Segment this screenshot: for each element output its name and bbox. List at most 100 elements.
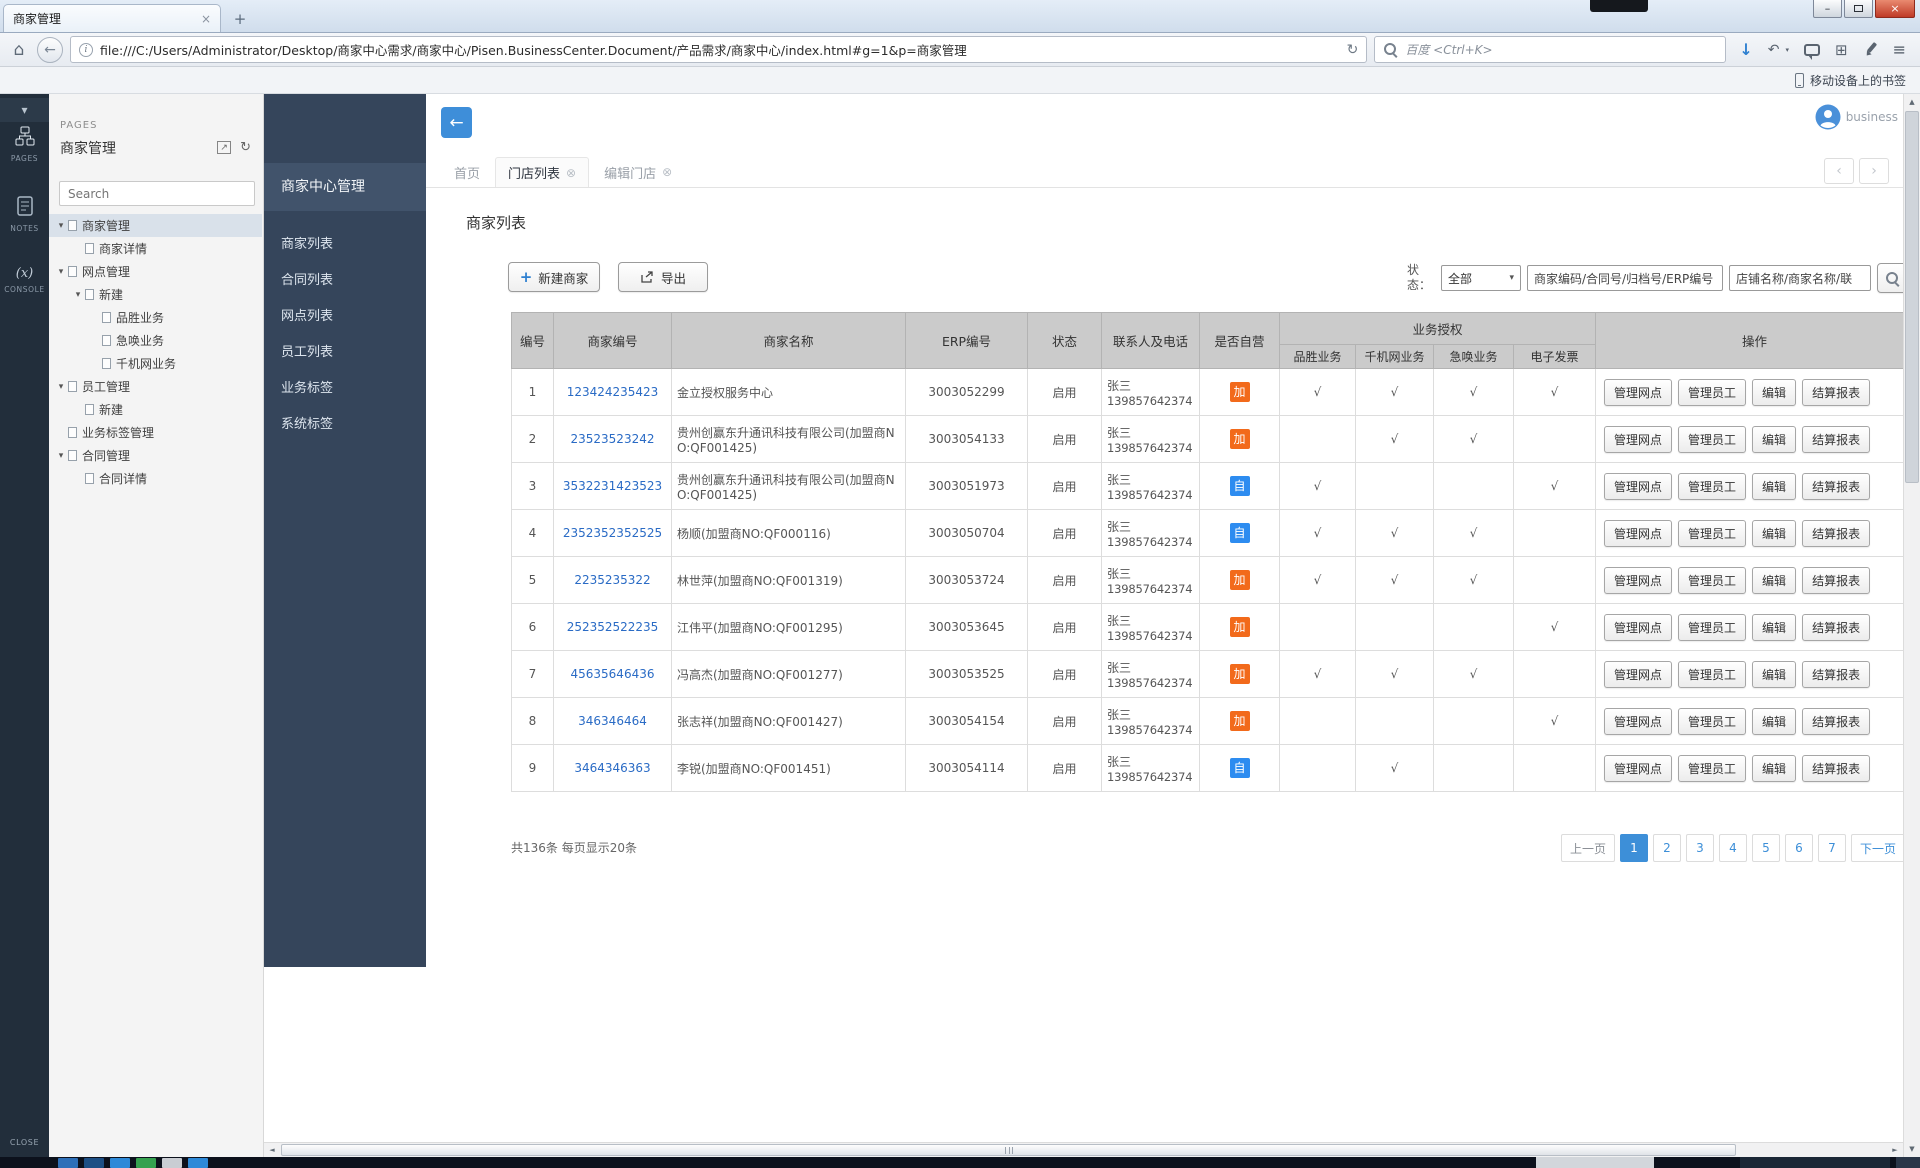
rail-pages-button[interactable]: PAGES — [0, 126, 49, 163]
window-minimize-button[interactable]: – — [1813, 0, 1842, 18]
edit-button[interactable]: 编辑 — [1752, 426, 1796, 453]
merchant-code-link[interactable]: 346346464 — [578, 714, 647, 728]
pagination-page-5[interactable]: 5 — [1752, 834, 1780, 862]
status-select[interactable]: 全部 ▾ — [1441, 265, 1521, 291]
scroll-down-arrow[interactable]: ▼ — [1904, 1141, 1920, 1157]
taskbar-icon[interactable] — [188, 1158, 208, 1168]
taskbar-tray[interactable] — [1740, 1157, 1890, 1168]
shop-name-input[interactable] — [1729, 265, 1871, 291]
share-icon[interactable]: ↗ — [217, 141, 231, 154]
manage-staff-button[interactable]: 管理员工 — [1678, 661, 1746, 688]
edit-button[interactable]: 编辑 — [1752, 755, 1796, 782]
scroll-left-arrow[interactable]: ◄ — [264, 1143, 280, 1157]
merchant-code-link[interactable]: 123424235423 — [567, 385, 659, 399]
edit-button[interactable]: 编辑 — [1752, 661, 1796, 688]
horizontal-scrollbar-thumb[interactable] — [281, 1144, 1736, 1156]
pagination-page-6[interactable]: 6 — [1785, 834, 1813, 862]
refresh-icon[interactable]: ↻ — [240, 140, 251, 155]
horizontal-scrollbar[interactable]: ◄ ► — [264, 1142, 1903, 1157]
manage-staff-button[interactable]: 管理员工 — [1678, 614, 1746, 641]
menu-item-3[interactable]: 员工列表 — [264, 335, 426, 371]
browser-tab[interactable]: 商家管理 × — [3, 4, 221, 32]
edit-button[interactable]: 编辑 — [1752, 379, 1796, 406]
settlement-report-button[interactable]: 结算报表 — [1802, 520, 1870, 547]
manage-outlets-button[interactable]: 管理网点 — [1604, 567, 1672, 594]
menu-item-2[interactable]: 网点列表 — [264, 299, 426, 335]
manage-outlets-button[interactable]: 管理网点 — [1604, 614, 1672, 641]
tab-scroll-right-button[interactable]: › — [1859, 158, 1889, 184]
proto-tab-1[interactable]: 门店列表⊗ — [495, 157, 589, 187]
edit-button[interactable]: 编辑 — [1752, 708, 1796, 735]
export-button[interactable]: 导出 — [618, 262, 708, 292]
tab-close-icon[interactable]: ⊗ — [566, 166, 576, 180]
tree-item-9[interactable]: 业务标签管理 — [49, 421, 262, 444]
tree-item-6[interactable]: 千机网业务 — [49, 352, 262, 375]
settlement-report-button[interactable]: 结算报表 — [1802, 379, 1870, 406]
tab-scroll-left-button[interactable]: ‹ — [1824, 158, 1854, 184]
manage-outlets-button[interactable]: 管理网点 — [1604, 661, 1672, 688]
tab-close-icon[interactable]: × — [201, 12, 211, 26]
edit-button[interactable]: 编辑 — [1752, 614, 1796, 641]
manage-staff-button[interactable]: 管理员工 — [1678, 426, 1746, 453]
app-back-button[interactable]: ← — [441, 107, 472, 138]
caret-down-icon[interactable]: ▾ — [55, 382, 67, 392]
user-chip[interactable]: business — [1815, 104, 1898, 130]
tree-item-11[interactable]: 合同详情 — [49, 467, 262, 490]
manage-staff-button[interactable]: 管理员工 — [1678, 708, 1746, 735]
pagination-page-7[interactable]: 7 — [1818, 834, 1846, 862]
caret-down-icon[interactable]: ▾ — [55, 221, 67, 231]
settlement-report-button[interactable]: 结算报表 — [1802, 473, 1870, 500]
merchant-code-link[interactable]: 3464346363 — [574, 761, 650, 775]
home-icon[interactable]: ⌂ — [8, 40, 30, 60]
scroll-up-arrow[interactable]: ▲ — [1904, 94, 1920, 110]
caret-down-icon[interactable]: ▾ — [72, 290, 84, 300]
settlement-report-button[interactable]: 结算报表 — [1802, 661, 1870, 688]
pagination-page-3[interactable]: 3 — [1686, 834, 1714, 862]
tree-item-1[interactable]: 商家详情 — [49, 237, 262, 260]
manage-staff-button[interactable]: 管理员工 — [1678, 473, 1746, 500]
back-button[interactable]: ← — [37, 37, 63, 63]
tree-item-5[interactable]: 急唤业务 — [49, 329, 262, 352]
settlement-report-button[interactable]: 结算报表 — [1802, 567, 1870, 594]
taskbar-icon[interactable] — [162, 1158, 182, 1168]
settlement-report-button[interactable]: 结算报表 — [1802, 614, 1870, 641]
taskbar-icon[interactable] — [136, 1158, 156, 1168]
mobile-bookmarks-label[interactable]: 移动设备上的书签 — [1810, 72, 1906, 89]
merchant-code-link[interactable]: 2352352352525 — [563, 526, 662, 540]
merchant-code-link[interactable]: 3532231423523 — [563, 479, 662, 493]
vertical-scrollbar-thumb[interactable] — [1905, 111, 1919, 483]
menu-icon[interactable]: ≡ — [1893, 40, 1906, 59]
info-icon[interactable]: i — [79, 43, 93, 57]
menu-item-0[interactable]: 商家列表 — [264, 227, 426, 263]
reload-icon[interactable]: ↻ — [1347, 42, 1359, 58]
collapse-chevron-icon[interactable]: ▾ — [0, 98, 49, 122]
browser-search-box[interactable]: 百度 <Ctrl+K> — [1374, 36, 1726, 63]
merchant-code-link[interactable]: 45635646436 — [571, 667, 655, 681]
manage-outlets-button[interactable]: 管理网点 — [1604, 520, 1672, 547]
search-button[interactable] — [1877, 263, 1903, 293]
merchant-code-link[interactable]: 23523523242 — [571, 432, 655, 446]
sidebar-search-input[interactable] — [59, 181, 255, 206]
scroll-right-arrow[interactable]: ► — [1887, 1143, 1903, 1157]
manage-outlets-button[interactable]: 管理网点 — [1604, 708, 1672, 735]
tree-item-2[interactable]: ▾网点管理 — [49, 260, 262, 283]
menu-item-1[interactable]: 合同列表 — [264, 263, 426, 299]
merchant-code-link[interactable]: 252352522235 — [567, 620, 659, 634]
tree-item-3[interactable]: ▾新建 — [49, 283, 262, 306]
url-bar[interactable]: i file:///C:/Users/Administrator/Desktop… — [70, 36, 1367, 63]
tree-item-8[interactable]: 新建 — [49, 398, 262, 421]
pagination-page-4[interactable]: 4 — [1719, 834, 1747, 862]
taskbar-window-button[interactable] — [1536, 1157, 1654, 1168]
rail-console-button[interactable]: (x) CONSOLE — [0, 266, 49, 294]
tree-item-0[interactable]: ▾商家管理 — [49, 214, 262, 237]
menu-item-4[interactable]: 业务标签 — [264, 371, 426, 407]
manage-outlets-button[interactable]: 管理网点 — [1604, 473, 1672, 500]
vertical-scrollbar[interactable]: ▲ ▼ — [1903, 94, 1920, 1157]
edit-button[interactable]: 编辑 — [1752, 520, 1796, 547]
manage-staff-button[interactable]: 管理员工 — [1678, 379, 1746, 406]
settlement-report-button[interactable]: 结算报表 — [1802, 755, 1870, 782]
menu-item-5[interactable]: 系统标签 — [264, 407, 426, 443]
manage-staff-button[interactable]: 管理员工 — [1678, 520, 1746, 547]
new-merchant-button[interactable]: + 新建商家 — [508, 262, 600, 292]
close-button[interactable]: CLOSE — [0, 1138, 49, 1147]
